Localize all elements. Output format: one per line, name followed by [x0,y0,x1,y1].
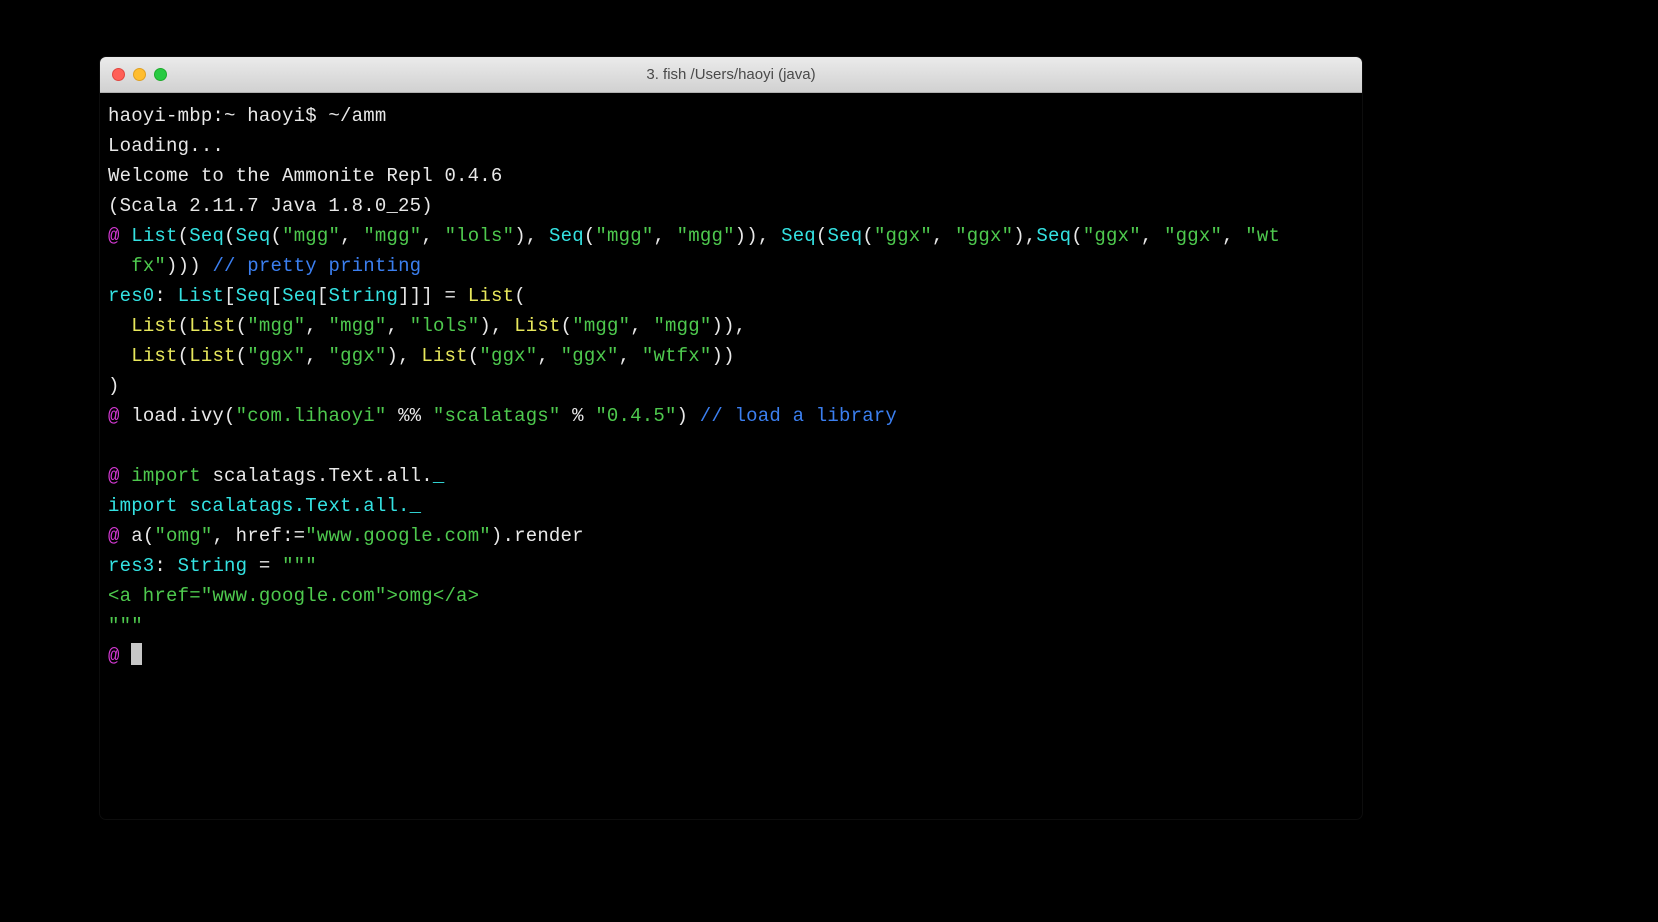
repl-input-3: @ import scalatags.Text.all._ [108,461,1354,491]
terminal-window: 3. fish /Users/haoyi (java) haoyi-mbp:~ … [100,57,1362,819]
terminal-output[interactable]: haoyi-mbp:~ haoyi$ ~/amm Loading... Welc… [100,93,1362,679]
res3-header: res3: String = """ [108,551,1354,581]
res3-html: <a href="www.google.com">omg</a> [108,581,1354,611]
window-title: 3. fish /Users/haoyi (java) [112,66,1350,83]
welcome-line: Welcome to the Ammonite Repl 0.4.6 [108,161,1354,191]
maximize-button[interactable] [154,68,167,81]
version-line: (Scala 2.11.7 Java 1.8.0_25) [108,191,1354,221]
res0-close: ) [108,371,1354,401]
repl-input-1-cont: fx"))) // pretty printing [108,251,1354,281]
import-echo: import scalatags.Text.all._ [108,491,1354,521]
shell-prompt-line: haoyi-mbp:~ haoyi$ ~/amm [108,101,1354,131]
repl-input-1: @ List(Seq(Seq("mgg", "mgg", "lols"), Se… [108,221,1354,251]
res0-line1: List(List("mgg", "mgg", "lols"), List("m… [108,311,1354,341]
loading-line: Loading... [108,131,1354,161]
blank-line [108,431,1354,461]
window-titlebar: 3. fish /Users/haoyi (java) [100,57,1362,93]
res0-line2: List(List("ggx", "ggx"), List("ggx", "gg… [108,341,1354,371]
repl-prompt-current[interactable]: @ [108,641,1354,671]
repl-input-4: @ a("omg", href:="www.google.com").rende… [108,521,1354,551]
traffic-lights [112,68,167,81]
cursor-icon [131,643,142,665]
res3-close: """ [108,611,1354,641]
res0-header: res0: List[Seq[Seq[String]]] = List( [108,281,1354,311]
repl-input-2: @ load.ivy("com.lihaoyi" %% "scalatags" … [108,401,1354,431]
close-button[interactable] [112,68,125,81]
minimize-button[interactable] [133,68,146,81]
